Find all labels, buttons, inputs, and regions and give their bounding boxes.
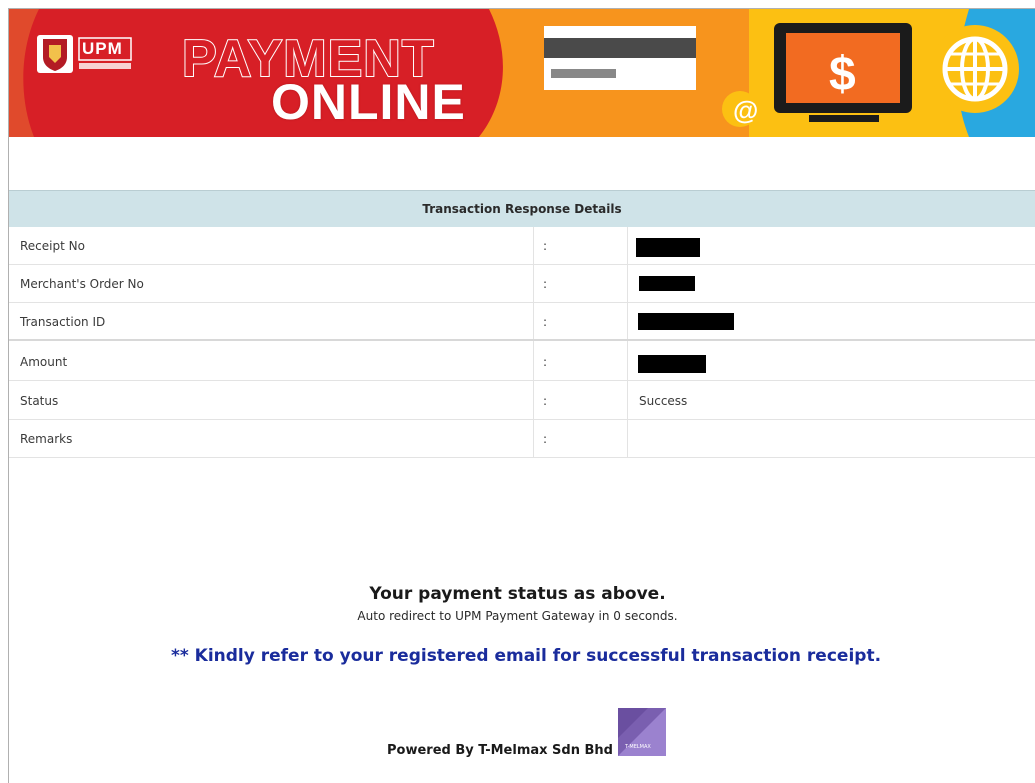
- separator: :: [543, 277, 548, 291]
- label-status: Status: [20, 394, 59, 408]
- payment-status-message: Your payment status as above.: [369, 584, 666, 604]
- separator: :: [543, 355, 548, 369]
- label-amount: Amount: [20, 355, 68, 369]
- banner-title-online: ONLINE: [271, 74, 466, 130]
- t-melmax-logo-text: T-MELMAX: [625, 744, 651, 750]
- separator: :: [543, 394, 548, 408]
- redaction-box: [638, 313, 734, 330]
- label-merchant-order-no: Merchant's Order No: [20, 277, 144, 291]
- label-receipt-no: Receipt No: [20, 239, 85, 253]
- powered-by-text: Powered By T-Melmax Sdn Bhd: [387, 743, 613, 758]
- row-transaction-id: Transaction ID :: [9, 303, 1035, 341]
- separator: :: [543, 239, 548, 253]
- row-amount: Amount :: [9, 343, 1035, 381]
- separator: :: [543, 432, 548, 446]
- label-transaction-id: Transaction ID: [20, 315, 106, 329]
- value-status: Success: [639, 394, 688, 408]
- row-receipt-no: Receipt No :: [9, 227, 1035, 265]
- separator: :: [543, 315, 548, 329]
- payment-online-banner: UPM PAYMENT ONLINE $ @: [9, 9, 1035, 137]
- row-merchant-order-no: Merchant's Order No :: [9, 265, 1035, 303]
- at-icon: @: [733, 95, 759, 125]
- transaction-details-header: Transaction Response Details: [9, 190, 1035, 227]
- banner-graphic: [9, 9, 1035, 137]
- label-remarks: Remarks: [20, 432, 73, 446]
- redaction-box: [639, 276, 695, 291]
- email-receipt-notice: ** Kindly refer to your registered email…: [170, 646, 882, 666]
- redaction-box: [636, 238, 700, 257]
- upm-logo-text: UPM: [82, 39, 123, 58]
- redirect-message: Auto redirect to UPM Payment Gateway in …: [357, 609, 678, 623]
- row-status: Status : Success: [9, 382, 1035, 420]
- redaction-box: [638, 355, 706, 373]
- row-remarks: Remarks :: [9, 420, 1035, 458]
- dollar-icon: $: [829, 48, 856, 101]
